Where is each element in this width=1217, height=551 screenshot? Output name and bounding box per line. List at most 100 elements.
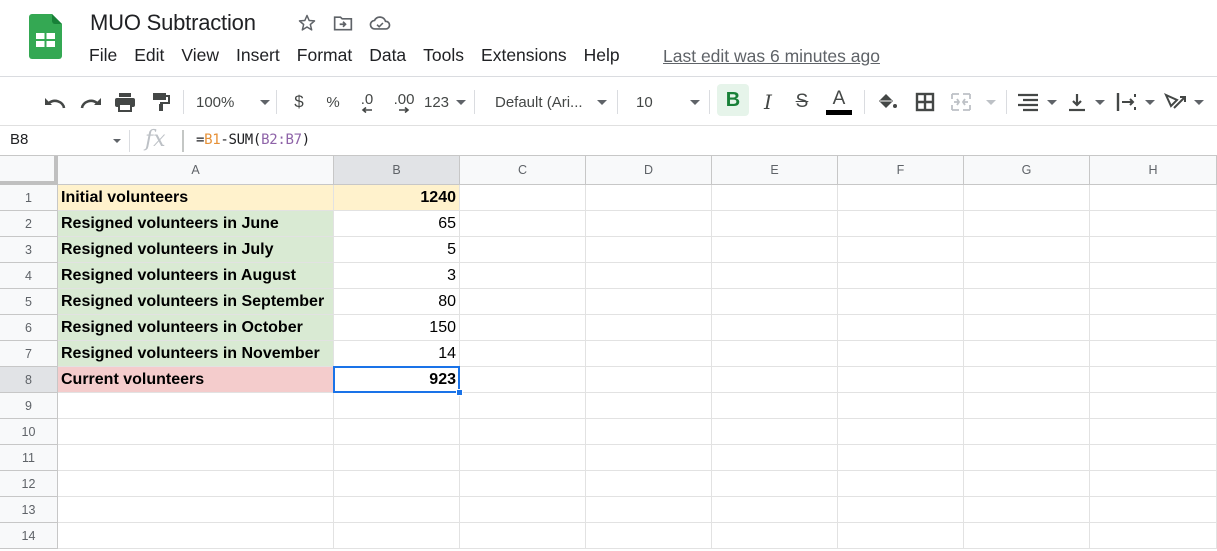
column-header-c[interactable]: C bbox=[460, 156, 586, 185]
cell-h6[interactable] bbox=[1090, 315, 1217, 341]
decrease-decimal-button[interactable]: .0 bbox=[354, 88, 380, 116]
cell-d10[interactable] bbox=[586, 419, 712, 445]
cell-g5[interactable] bbox=[964, 289, 1090, 315]
cell-h3[interactable] bbox=[1090, 237, 1217, 263]
row-header-3[interactable]: 3 bbox=[0, 237, 58, 263]
increase-decimal-button[interactable]: .00 bbox=[390, 88, 418, 116]
row-header-11[interactable]: 11 bbox=[0, 445, 58, 471]
cell-h4[interactable] bbox=[1090, 263, 1217, 289]
cell-g8[interactable] bbox=[964, 367, 1090, 393]
text-rotation-button[interactable] bbox=[1164, 88, 1204, 116]
column-header-a[interactable]: A bbox=[58, 156, 334, 185]
last-edit-link[interactable]: Last edit was 6 minutes ago bbox=[663, 46, 880, 67]
cell-h2[interactable] bbox=[1090, 211, 1217, 237]
cell-g12[interactable] bbox=[964, 471, 1090, 497]
cell-e13[interactable] bbox=[712, 497, 838, 523]
cell-h13[interactable] bbox=[1090, 497, 1217, 523]
cell-f5[interactable] bbox=[838, 289, 964, 315]
cell-b2[interactable]: 65 bbox=[334, 211, 460, 237]
row-header-6[interactable]: 6 bbox=[0, 315, 58, 341]
cell-c5[interactable] bbox=[460, 289, 586, 315]
cell-c11[interactable] bbox=[460, 445, 586, 471]
strikethrough-button[interactable]: S bbox=[790, 88, 814, 116]
cell-g6[interactable] bbox=[964, 315, 1090, 341]
cell-g7[interactable] bbox=[964, 341, 1090, 367]
cell-d5[interactable] bbox=[586, 289, 712, 315]
cell-d7[interactable] bbox=[586, 341, 712, 367]
cell-c9[interactable] bbox=[460, 393, 586, 419]
zoom-select[interactable]: 100% bbox=[196, 88, 270, 116]
percent-format-button[interactable]: % bbox=[322, 88, 344, 116]
cell-d2[interactable] bbox=[586, 211, 712, 237]
undo-button[interactable] bbox=[42, 88, 68, 116]
cell-f10[interactable] bbox=[838, 419, 964, 445]
cell-c13[interactable] bbox=[460, 497, 586, 523]
row-header-5[interactable]: 5 bbox=[0, 289, 58, 315]
cell-f8[interactable] bbox=[838, 367, 964, 393]
cell-f14[interactable] bbox=[838, 523, 964, 549]
row-header-1[interactable]: 1 bbox=[0, 185, 58, 211]
cell-g3[interactable] bbox=[964, 237, 1090, 263]
fill-handle[interactable] bbox=[456, 389, 463, 396]
cell-d11[interactable] bbox=[586, 445, 712, 471]
cell-d13[interactable] bbox=[586, 497, 712, 523]
column-header-g[interactable]: G bbox=[964, 156, 1090, 185]
cell-h7[interactable] bbox=[1090, 341, 1217, 367]
cell-a12[interactable] bbox=[58, 471, 334, 497]
column-header-d[interactable]: D bbox=[586, 156, 712, 185]
cell-e12[interactable] bbox=[712, 471, 838, 497]
font-family-select[interactable]: Default (Ari... bbox=[495, 88, 607, 116]
cell-g13[interactable] bbox=[964, 497, 1090, 523]
menu-format[interactable]: Format bbox=[297, 45, 352, 66]
column-header-e[interactable]: E bbox=[712, 156, 838, 185]
cell-d12[interactable] bbox=[586, 471, 712, 497]
redo-button[interactable] bbox=[78, 88, 104, 116]
cell-b9[interactable] bbox=[334, 393, 460, 419]
print-button[interactable] bbox=[112, 88, 138, 116]
paint-format-button[interactable] bbox=[148, 88, 174, 116]
cell-e11[interactable] bbox=[712, 445, 838, 471]
cell-h10[interactable] bbox=[1090, 419, 1217, 445]
borders-button[interactable] bbox=[913, 88, 937, 116]
cell-c14[interactable] bbox=[460, 523, 586, 549]
cloud-saved-icon[interactable] bbox=[369, 12, 391, 34]
cell-g11[interactable] bbox=[964, 445, 1090, 471]
cell-h14[interactable] bbox=[1090, 523, 1217, 549]
text-color-button[interactable]: A bbox=[825, 88, 853, 116]
menu-tools[interactable]: Tools bbox=[423, 45, 464, 66]
cell-h1[interactable] bbox=[1090, 185, 1217, 211]
document-title[interactable]: MUO Subtraction bbox=[90, 10, 256, 36]
cell-a10[interactable] bbox=[58, 419, 334, 445]
cell-g4[interactable] bbox=[964, 263, 1090, 289]
row-header-14[interactable]: 14 bbox=[0, 523, 58, 549]
cell-h9[interactable] bbox=[1090, 393, 1217, 419]
bold-button[interactable]: B bbox=[717, 84, 749, 116]
cell-g2[interactable] bbox=[964, 211, 1090, 237]
cell-b3[interactable]: 5 bbox=[334, 237, 460, 263]
move-to-folder-icon[interactable] bbox=[332, 12, 354, 34]
row-header-4[interactable]: 4 bbox=[0, 263, 58, 289]
cell-c7[interactable] bbox=[460, 341, 586, 367]
cell-b8[interactable]: 923 bbox=[334, 367, 460, 393]
cell-a9[interactable] bbox=[58, 393, 334, 419]
cell-f9[interactable] bbox=[838, 393, 964, 419]
menu-insert[interactable]: Insert bbox=[236, 45, 280, 66]
row-header-8[interactable]: 8 bbox=[0, 367, 58, 393]
cell-d1[interactable] bbox=[586, 185, 712, 211]
star-icon[interactable] bbox=[296, 12, 318, 34]
cell-b5[interactable]: 80 bbox=[334, 289, 460, 315]
cell-h5[interactable] bbox=[1090, 289, 1217, 315]
chevron-down-icon[interactable] bbox=[113, 139, 121, 143]
cell-a5[interactable]: Resigned volunteers in September bbox=[58, 289, 334, 315]
vertical-align-button[interactable] bbox=[1067, 88, 1105, 116]
cell-b13[interactable] bbox=[334, 497, 460, 523]
cell-h11[interactable] bbox=[1090, 445, 1217, 471]
cell-d3[interactable] bbox=[586, 237, 712, 263]
more-formats-button[interactable]: 123 bbox=[424, 88, 466, 116]
cell-d6[interactable] bbox=[586, 315, 712, 341]
row-header-9[interactable]: 9 bbox=[0, 393, 58, 419]
row-header-10[interactable]: 10 bbox=[0, 419, 58, 445]
cell-e10[interactable] bbox=[712, 419, 838, 445]
cell-c10[interactable] bbox=[460, 419, 586, 445]
menu-help[interactable]: Help bbox=[584, 45, 620, 66]
